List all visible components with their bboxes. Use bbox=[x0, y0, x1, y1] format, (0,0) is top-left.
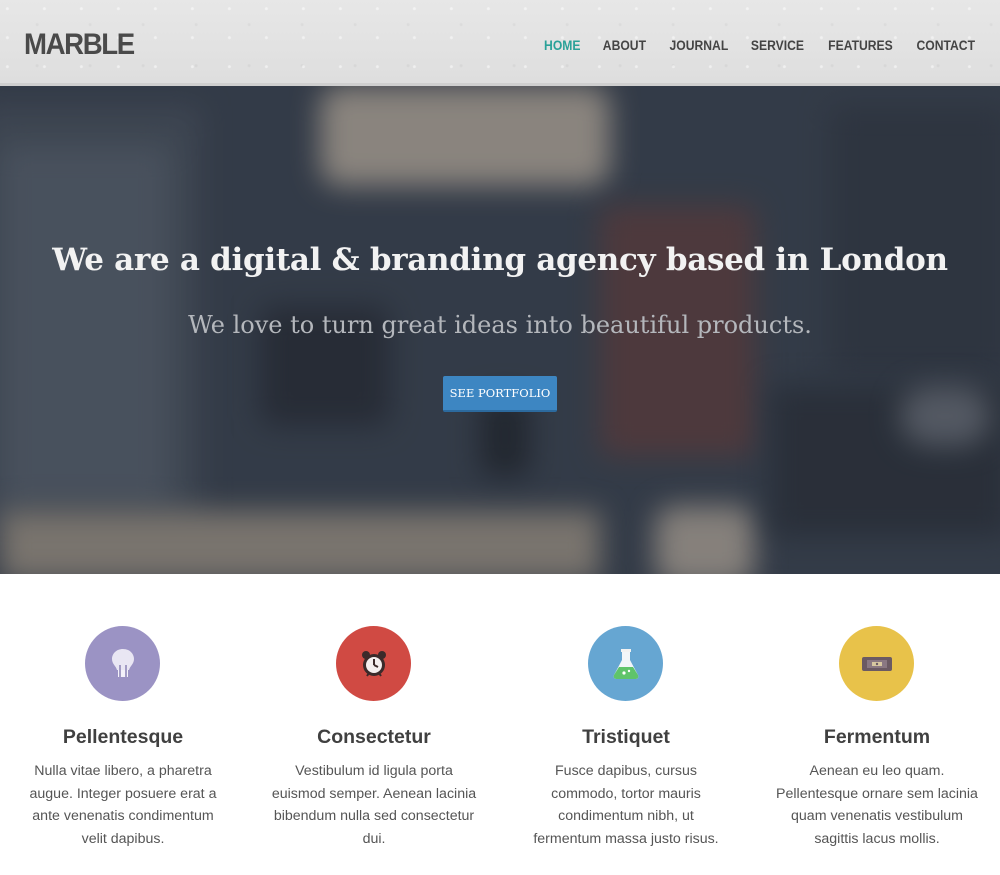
feature-description: Nulla vitae libero, a pharetra augue. In… bbox=[8, 760, 238, 850]
feature-title: Consectetur bbox=[317, 726, 431, 748]
feature-text-line: condimentum nibh, ut bbox=[558, 808, 694, 824]
hero-section: We are a digital & branding agency based… bbox=[0, 86, 1000, 574]
features-section: Pellentesque Nulla vitae libero, a phare… bbox=[0, 574, 1000, 875]
feature-text-line: Fusce dapibus, cursus bbox=[555, 763, 697, 779]
nav-service[interactable]: SERVICE bbox=[751, 38, 804, 53]
feature-text-line: sagittis lacus mollis. bbox=[814, 830, 940, 847]
feature-text-line: dui. bbox=[362, 830, 386, 847]
feature-title: Fermentum bbox=[823, 726, 931, 748]
nav-about[interactable]: ABOUT bbox=[603, 38, 646, 53]
feature-text-line: fermentum massa justo risus. bbox=[533, 830, 719, 847]
feature-icon-circle bbox=[336, 626, 411, 701]
feature-text-line: commodo, tortor mauris bbox=[551, 785, 701, 802]
feature-text-line: bibendum nulla sed consectetur bbox=[273, 808, 475, 824]
nav-journal[interactable]: JOURNAL bbox=[669, 38, 728, 53]
feature-text-line: euismod semper. Aenean lacinia bbox=[271, 785, 477, 802]
feature-text-line: quam venenatis vestibulum bbox=[791, 808, 963, 824]
feature-text-line: velit dapibus. bbox=[81, 830, 165, 847]
feature-title: Tristiquet bbox=[582, 726, 670, 748]
see-portfolio-button[interactable]: SEE PORTFOLIO bbox=[443, 376, 557, 412]
feature-icon-circle bbox=[85, 626, 160, 701]
flask-icon bbox=[613, 648, 638, 679]
nav-home[interactable]: HOME bbox=[544, 38, 580, 53]
feature-text-line: Vestibulum id ligula porta bbox=[295, 763, 453, 779]
hero-title: We are a digital & branding agency based… bbox=[52, 242, 948, 278]
nav-features[interactable]: FEATURES bbox=[828, 38, 893, 53]
feature-text-line: Aenean eu leo quam. bbox=[809, 763, 945, 779]
main-nav: HOME ABOUT JOURNAL SERVICE FEATURES CONT… bbox=[540, 38, 975, 53]
feature-icon-circle bbox=[588, 626, 663, 701]
feature-text-line: ante venenatis condimentum bbox=[32, 808, 214, 824]
feature-description: Fusce dapibus, cursus commodo, tortor ma… bbox=[511, 760, 741, 850]
site-logo[interactable]: MARBLE bbox=[24, 28, 135, 62]
feature-icon-circle bbox=[839, 626, 914, 701]
feature-description: Aenean eu leo quam. Pellentesque ornare … bbox=[762, 760, 992, 850]
feature-text-line: augue. Integer posuere erat a bbox=[29, 785, 217, 802]
nav-contact[interactable]: CONTACT bbox=[917, 38, 976, 53]
site-header: MARBLE HOME ABOUT JOURNAL SERVICE FEATUR… bbox=[0, 0, 1000, 86]
feature-title: Pellentesque bbox=[62, 726, 184, 748]
ticket-icon bbox=[861, 656, 892, 671]
feature-text-line: Nulla vitae libero, a pharetra bbox=[34, 763, 212, 779]
feature-description: Vestibulum id ligula porta euismod sempe… bbox=[259, 760, 489, 850]
feature-text-line: Pellentesque ornare sem lacinia bbox=[776, 785, 978, 802]
lightbulb-icon bbox=[111, 648, 134, 677]
alarm-clock-icon bbox=[361, 650, 386, 677]
hero-subtitle: We love to turn great ideas into beautif… bbox=[188, 311, 812, 339]
